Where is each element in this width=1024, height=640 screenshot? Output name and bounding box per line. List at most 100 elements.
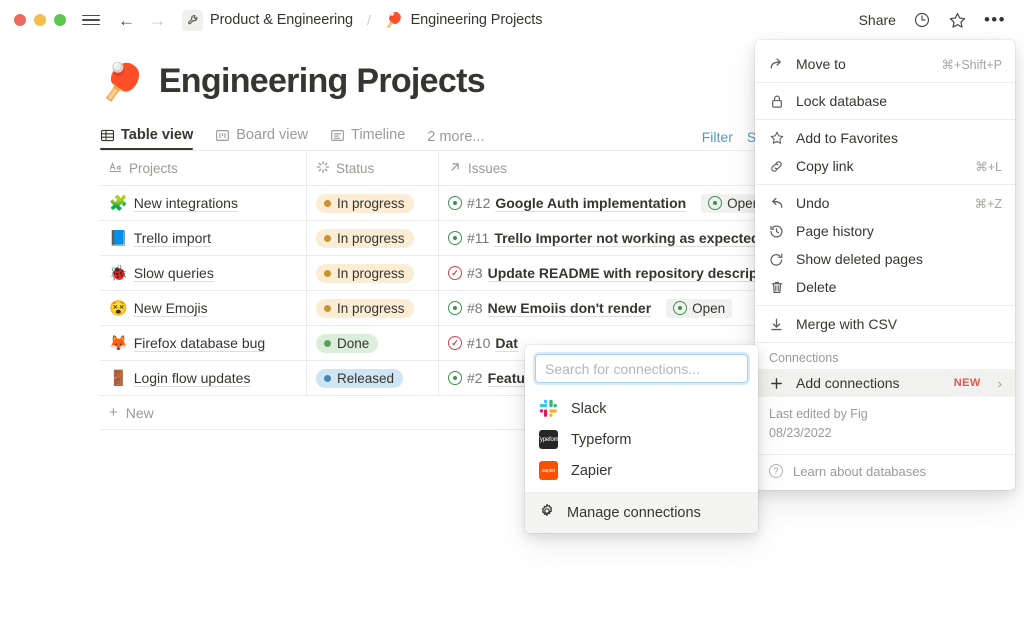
status-label: Done	[337, 336, 369, 351]
link-icon	[768, 159, 785, 174]
connection-item-slack[interactable]: Slack	[525, 393, 758, 424]
connection-item-zapier[interactable]: zapier Zapier	[525, 455, 758, 486]
last-edited-by: Last edited by Fig	[769, 405, 1001, 424]
connections-search-wrap	[525, 354, 758, 391]
menu-item-lock-database[interactable]: Lock database	[755, 87, 1015, 115]
cell-project[interactable]: 🐞 Slow queries	[100, 256, 307, 290]
navigation-arrows[interactable]: ← →	[118, 12, 166, 29]
menu-item-delete[interactable]: Delete	[755, 273, 1015, 301]
more-dots-icon[interactable]: •••	[984, 16, 1006, 25]
table-row[interactable]: 📘 Trello import In progress #11 Trello I…	[100, 221, 763, 256]
window-controls[interactable]	[14, 14, 66, 26]
maximize-window-button[interactable]	[54, 14, 66, 26]
project-name[interactable]: New Emojis	[134, 300, 208, 316]
menu-item-add-to-favorites[interactable]: Add to Favorites	[755, 124, 1015, 152]
issue-link[interactable]: #10 Dat	[448, 335, 518, 351]
cell-project[interactable]: 😵 New Emojis	[100, 291, 307, 325]
cell-status[interactable]: Released	[307, 361, 439, 395]
menu-item-merge-with-csv-label: Merge with CSV	[796, 316, 1002, 332]
menu-item-merge-with-csv[interactable]: Merge with CSV	[755, 310, 1015, 338]
back-arrow-icon[interactable]: ←	[118, 12, 135, 29]
add-new-row-label: New	[126, 405, 154, 421]
tab-table-view[interactable]: Table view	[100, 123, 193, 150]
project-name[interactable]: Firefox database bug	[134, 335, 266, 351]
cell-issues[interactable]: #3 Update README with repository descrip…	[439, 256, 763, 290]
issue-state-tag: Open	[666, 299, 732, 318]
cell-issues[interactable]: #12 Google Auth implementation Open	[439, 186, 763, 220]
breadcrumb-parent[interactable]: Product & Engineering	[210, 12, 353, 28]
project-name[interactable]: Trello import	[134, 230, 211, 246]
cell-status[interactable]: In progress	[307, 221, 439, 255]
sidebar-toggle-icon[interactable]	[82, 15, 100, 26]
breadcrumb-current-emoji: 🏓	[385, 11, 404, 29]
more-views-button[interactable]: 2 more...	[427, 129, 484, 145]
issue-link[interactable]: #11 Trello Importer not working as expec…	[448, 230, 760, 246]
project-name[interactable]: Slow queries	[134, 265, 214, 281]
connection-item-typeform[interactable]: Typeform Typeform	[525, 424, 758, 455]
page-title-text[interactable]: Engineering Projects	[159, 62, 485, 101]
cell-status[interactable]: Done	[307, 326, 439, 360]
menu-group-lock: Lock database	[755, 83, 1015, 120]
table-row[interactable]: 🧩 New integrations In progress #12 Googl…	[100, 186, 763, 221]
menu-group-favorites: Add to Favorites Copy link ⌘+L	[755, 120, 1015, 185]
row-emoji-icon: 🦊	[109, 334, 128, 352]
status-label: Released	[337, 371, 394, 386]
forward-arrow-icon[interactable]: →	[149, 12, 166, 29]
close-window-button[interactable]	[14, 14, 26, 26]
star-icon[interactable]	[948, 11, 967, 30]
issue-link[interactable]: #8 New Emoiis don't render	[448, 300, 651, 316]
table-row[interactable]: 😵 New Emojis In progress #8 New Emoiis d…	[100, 291, 763, 326]
last-edited-date: 08/23/2022	[769, 424, 1001, 443]
issue-state-tag: Open	[701, 194, 763, 213]
issue-number: #10	[467, 335, 490, 351]
cell-issues[interactable]: #11 Trello Importer not working as expec…	[439, 221, 763, 255]
column-header-projects[interactable]: Projects	[100, 151, 307, 185]
menu-item-move-to-label: Move to	[796, 56, 931, 72]
cell-issues[interactable]: #8 New Emoiis don't render Open	[439, 291, 763, 325]
status-dot-icon	[324, 305, 331, 312]
cell-project[interactable]: 🦊 Firefox database bug	[100, 326, 307, 360]
status-badge: Done	[316, 334, 378, 353]
issue-link[interactable]: #3 Update README with repository descrip…	[448, 265, 763, 281]
menu-item-add-connections[interactable]: Add connections NEW ›	[755, 369, 1015, 397]
menu-item-undo[interactable]: Undo ⌘+Z	[755, 189, 1015, 217]
tab-board-view[interactable]: Board view	[215, 123, 308, 150]
cell-status[interactable]: In progress	[307, 291, 439, 325]
menu-item-learn-about-databases[interactable]: ? Learn about databases	[755, 455, 1015, 490]
manage-connections-button[interactable]: Manage connections	[525, 493, 758, 533]
row-emoji-icon: 📘	[109, 229, 128, 247]
minimize-window-button[interactable]	[34, 14, 46, 26]
column-header-status[interactable]: Status	[307, 151, 439, 185]
status-dot-icon	[324, 200, 331, 207]
issue-number: #3	[467, 265, 483, 281]
issue-title: Trello Importer not working as expected	[494, 230, 759, 246]
breadcrumb-current[interactable]: Engineering Projects	[411, 12, 543, 28]
menu-item-page-history[interactable]: Page history	[755, 217, 1015, 245]
menu-item-copy-link[interactable]: Copy link ⌘+L	[755, 152, 1015, 180]
search-connections-input[interactable]	[535, 354, 748, 383]
cell-project[interactable]: 🧩 New integrations	[100, 186, 307, 220]
plus-icon: +	[109, 404, 118, 421]
cell-project[interactable]: 🚪 Login flow updates	[100, 361, 307, 395]
filter-button[interactable]: Filter	[702, 129, 733, 145]
tab-timeline[interactable]: Timeline	[330, 123, 405, 150]
issue-link[interactable]: #12 Google Auth implementation	[448, 195, 686, 211]
cell-status[interactable]: In progress	[307, 186, 439, 220]
page-emoji-icon[interactable]: 🏓	[100, 64, 145, 100]
relation-arrow-icon	[448, 160, 462, 177]
menu-item-show-deleted-pages[interactable]: Show deleted pages	[755, 245, 1015, 273]
question-mark-icon: ?	[769, 464, 783, 478]
issue-link[interactable]: #2 Featu	[448, 370, 525, 386]
project-name[interactable]: Login flow updates	[134, 370, 251, 386]
cell-project[interactable]: 📘 Trello import	[100, 221, 307, 255]
share-button[interactable]: Share	[859, 12, 896, 28]
clock-icon[interactable]	[913, 11, 931, 29]
menu-item-move-to[interactable]: Move to ⌘+Shift+P	[755, 50, 1015, 78]
move-arrow-icon	[768, 57, 785, 72]
cell-status[interactable]: In progress	[307, 256, 439, 290]
column-header-issues[interactable]: Issues	[439, 151, 763, 185]
issue-open-icon	[673, 301, 687, 315]
breadcrumb-separator: /	[367, 12, 371, 28]
project-name[interactable]: New integrations	[134, 195, 238, 211]
table-row[interactable]: 🐞 Slow queries In progress #3 Update REA…	[100, 256, 763, 291]
